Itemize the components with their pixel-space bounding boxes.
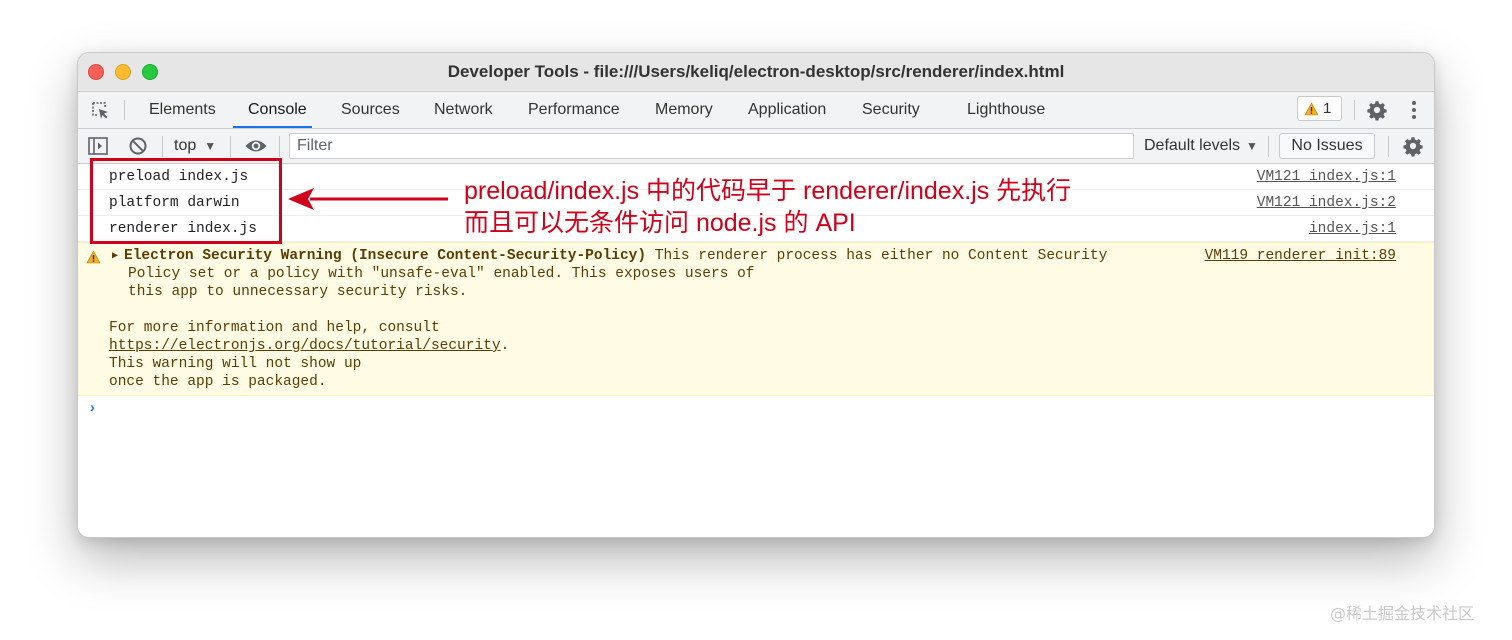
toolbar-divider xyxy=(1268,136,1269,157)
tab-console[interactable]: Console xyxy=(248,101,307,119)
tab-lighthouse[interactable]: Lighthouse xyxy=(967,101,1045,119)
inspect-element-icon[interactable] xyxy=(90,100,110,120)
source-link[interactable]: VM119 renderer_init:89 xyxy=(1205,248,1396,264)
console-prompt-chevron-icon[interactable]: › xyxy=(88,401,97,417)
live-expression-eye-icon[interactable] xyxy=(244,138,268,154)
tab-security[interactable]: Security xyxy=(862,101,920,119)
settings-gear-icon[interactable] xyxy=(1366,99,1388,121)
tab-network[interactable]: Network xyxy=(434,101,493,119)
tab-memory[interactable]: Memory xyxy=(655,101,713,119)
panel-tab-bar: Elements Console Sources Network Perform… xyxy=(78,92,1434,129)
console-settings-gear-icon[interactable] xyxy=(1402,135,1424,157)
annotation-arrow-icon xyxy=(288,188,448,210)
expand-triangle-icon[interactable]: ▶ xyxy=(112,250,118,262)
security-warning-message: ▶ Electron Security Warning (Insecure Co… xyxy=(78,242,1434,396)
toolbar-divider xyxy=(279,136,280,157)
annotation-text-line2: 而且可以无条件访问 node.js 的 API xyxy=(464,209,856,237)
tab-divider xyxy=(1354,100,1355,120)
security-docs-link[interactable]: https://electronjs.org/docs/tutorial/sec… xyxy=(109,338,501,354)
warning-line: For more information and help, consult xyxy=(109,320,440,336)
tab-performance[interactable]: Performance xyxy=(528,101,620,119)
warning-line: This warning will not show up xyxy=(109,356,362,372)
source-link[interactable]: index.js:1 xyxy=(1309,221,1396,237)
window-title: Developer Tools - file:///Users/keliq/el… xyxy=(447,62,1065,81)
warning-line: https://electronjs.org/docs/tutorial/sec… xyxy=(109,338,509,354)
watermark: @稀土掘金技术社区 xyxy=(1330,604,1475,623)
warning-line: this app to unnecessary security risks. xyxy=(128,284,468,300)
warning-line: Policy set or a policy with "unsafe-eval… xyxy=(128,266,755,282)
source-link[interactable]: VM121 index.js:1 xyxy=(1257,169,1396,185)
warning-icon xyxy=(86,250,101,264)
clear-console-icon[interactable] xyxy=(128,136,148,156)
filter-field[interactable] xyxy=(289,133,1134,159)
issues-button[interactable]: No Issues xyxy=(1279,133,1375,159)
context-selector[interactable]: top ▼ xyxy=(174,137,216,155)
warning-title: Electron Security Warning (Insecure Cont… xyxy=(124,248,647,264)
more-options-icon[interactable] xyxy=(1409,100,1419,120)
warning-text: This renderer process has either no Cont… xyxy=(646,248,1108,264)
annotation-text-line1: preload/index.js 中的代码早于 renderer/index.j… xyxy=(464,177,1072,205)
warning-line: once the app is packaged. xyxy=(109,374,327,390)
devtools-window: Developer Tools - file:///Users/keliq/el… xyxy=(77,52,1435,538)
tab-divider xyxy=(124,100,125,120)
source-link[interactable]: VM121 index.js:2 xyxy=(1257,195,1396,211)
warnings-counter-button[interactable]: 1 xyxy=(1297,96,1342,121)
warning-icon xyxy=(1304,102,1319,116)
toolbar-divider xyxy=(230,136,231,157)
tab-elements[interactable]: Elements xyxy=(149,101,216,119)
caret-down-icon: ▼ xyxy=(204,139,217,153)
toolbar-divider xyxy=(162,136,163,157)
log-levels-dropdown[interactable]: Default levels ▼ xyxy=(1144,137,1258,155)
log-levels-value: Default levels xyxy=(1144,137,1241,154)
active-tab-indicator xyxy=(233,126,312,128)
title-bar: Developer Tools - file:///Users/keliq/el… xyxy=(78,53,1434,92)
toolbar-divider xyxy=(1388,136,1389,157)
tab-sources[interactable]: Sources xyxy=(341,101,400,119)
annotation-highlight-box xyxy=(90,158,282,244)
warning-text: . xyxy=(500,338,510,354)
warning-line: Electron Security Warning (Insecure Cont… xyxy=(124,248,1107,264)
sidebar-toggle-icon[interactable] xyxy=(88,137,108,155)
context-value: top xyxy=(174,137,197,154)
tab-application[interactable]: Application xyxy=(748,101,826,119)
filter-input[interactable] xyxy=(290,134,1133,158)
warnings-count: 1 xyxy=(1323,100,1332,117)
caret-down-icon: ▼ xyxy=(1246,139,1258,153)
